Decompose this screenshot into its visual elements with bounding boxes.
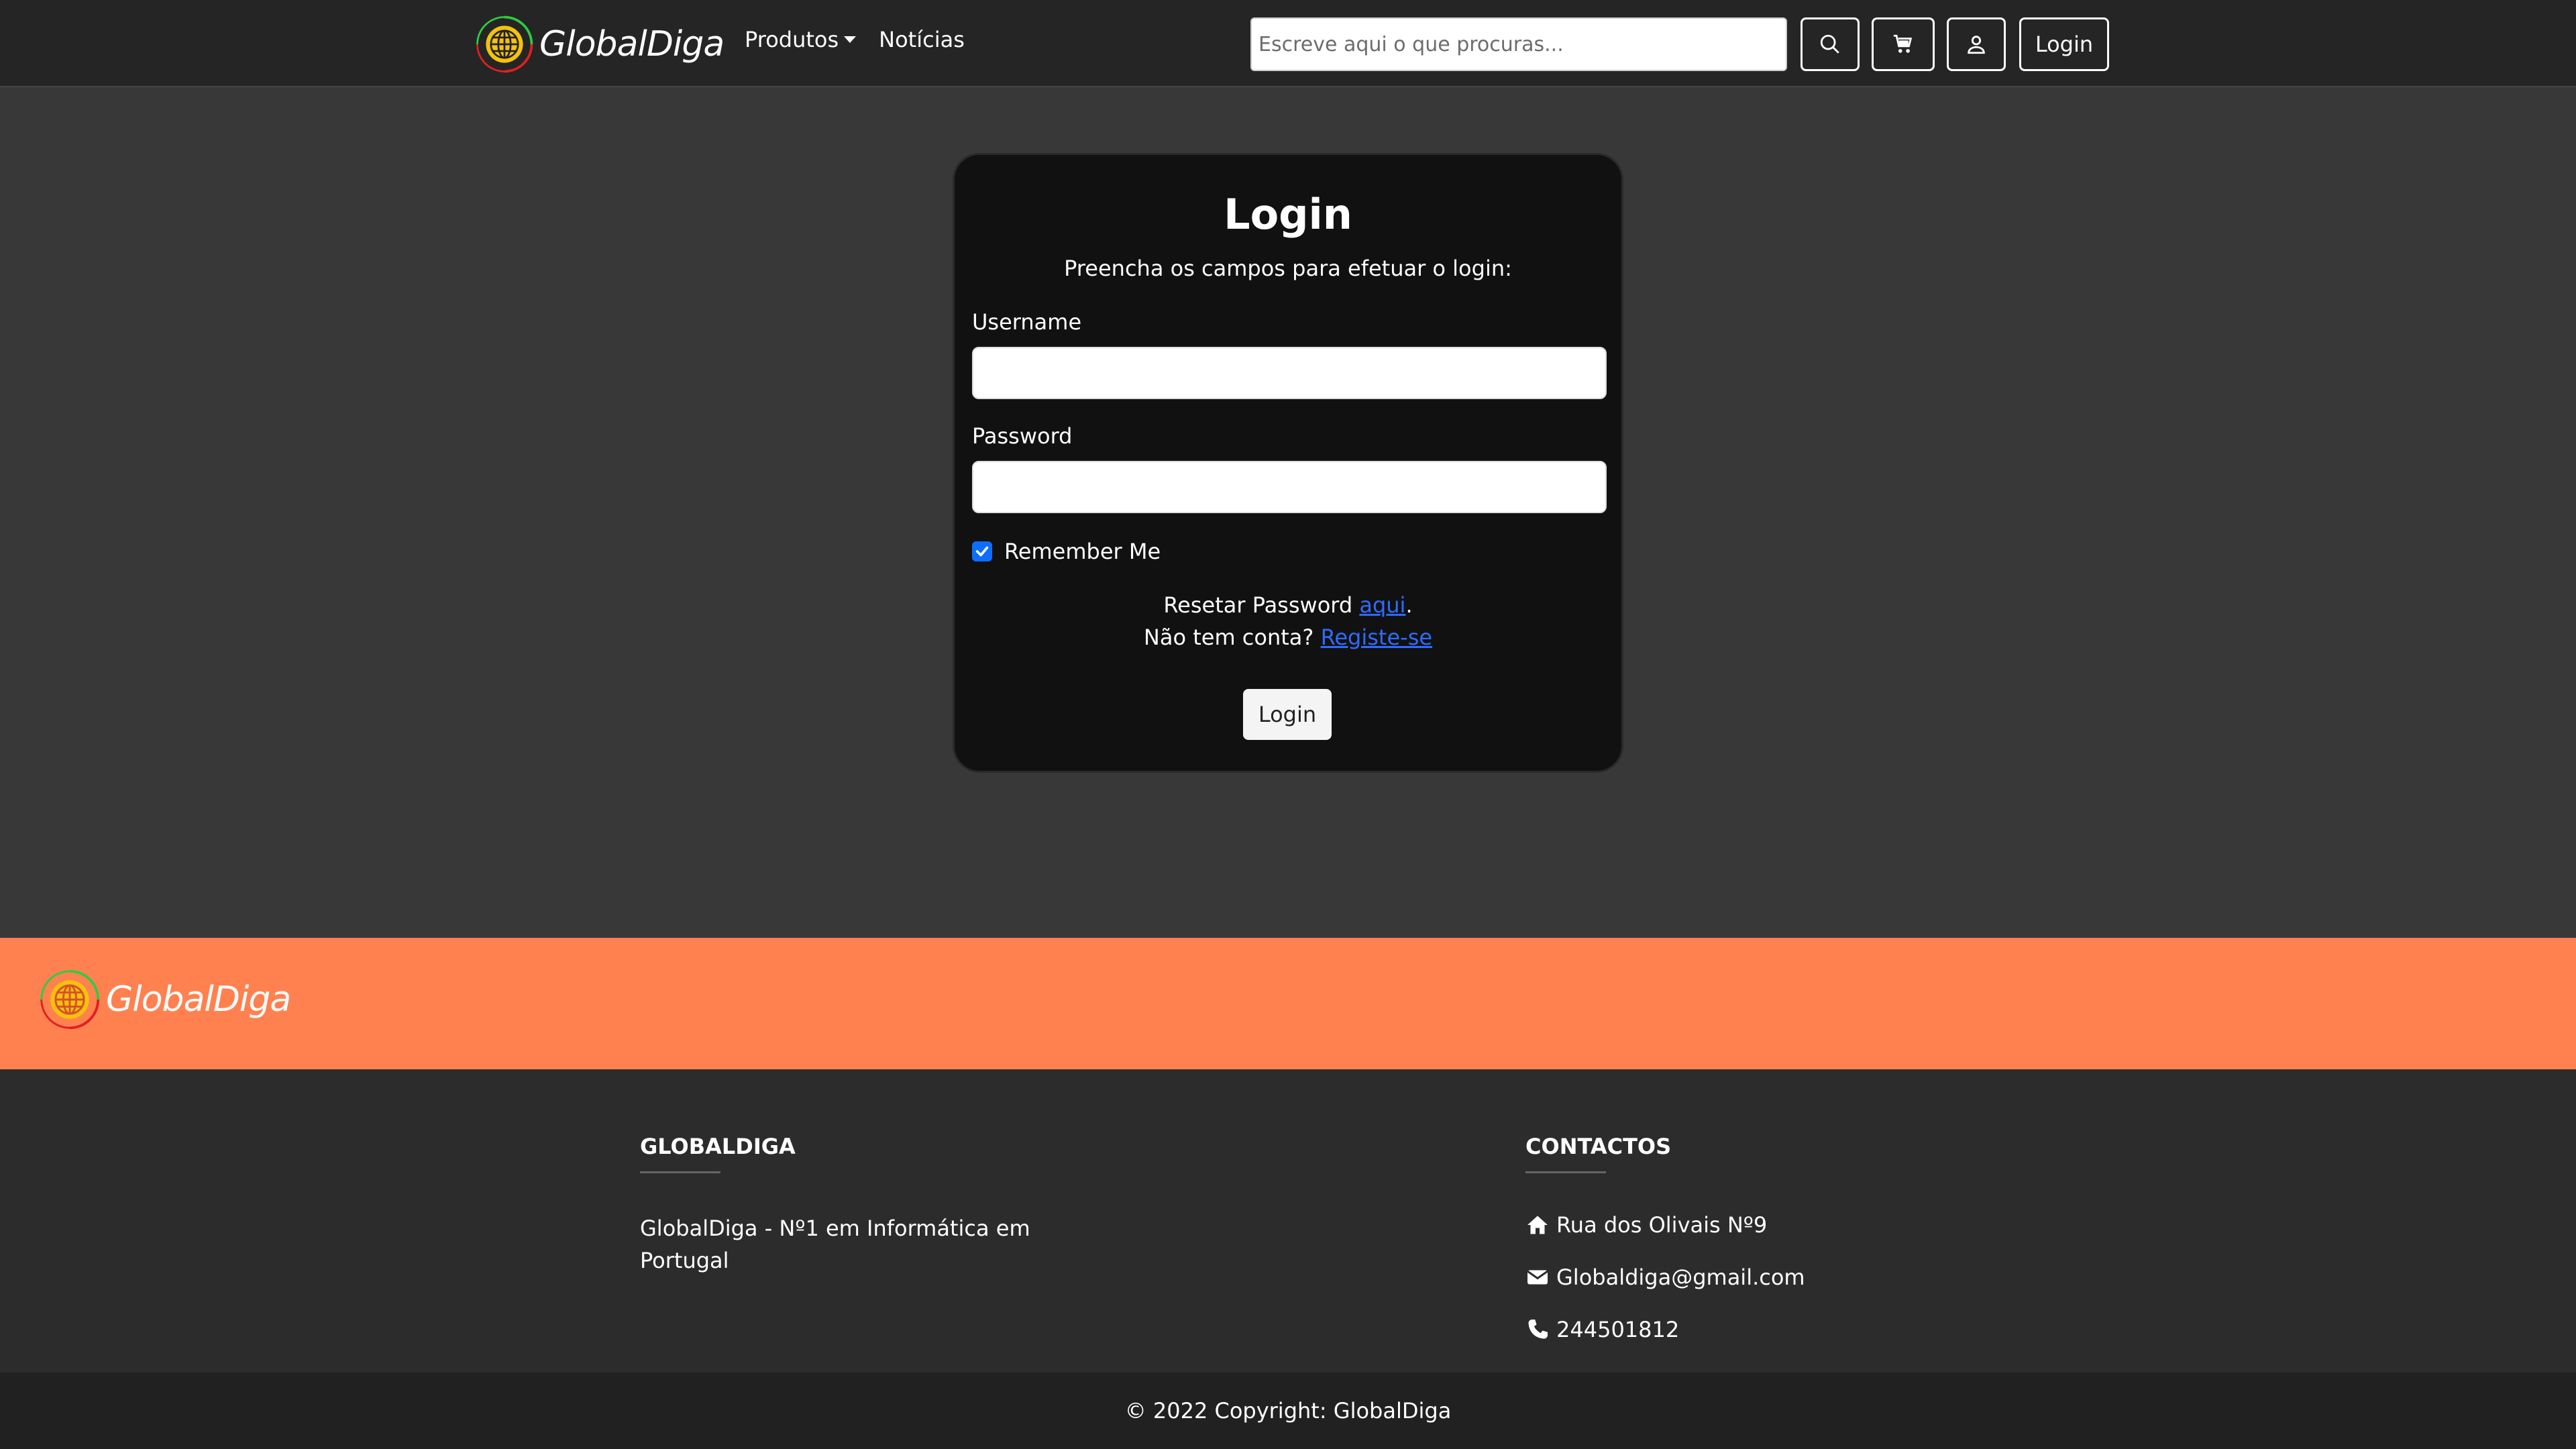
login-button[interactable]: Login (2019, 17, 2109, 71)
footer-about-heading: GLOBALDIGA (640, 1134, 796, 1159)
search-input[interactable] (1250, 17, 1787, 71)
contact-address: Rua dos Olivais Nº9 (1525, 1212, 1995, 1238)
globe-logo-icon (40, 969, 100, 1030)
nav-link-label: Notícias (879, 27, 965, 52)
band-brand-name: GlobalDiga (106, 979, 291, 1020)
caret-down-icon (844, 36, 857, 43)
cart-button[interactable] (1872, 17, 1935, 71)
footer-about-text: GlobalDiga - Nº1 em Informática em Portu… (640, 1216, 1030, 1273)
heading-underline (640, 1171, 720, 1173)
footer-about: GLOBALDIGA GlobalDiga - Nº1 em Informáti… (640, 1134, 1069, 1277)
login-subtitle: Preencha os campos para efetuar o login: (1064, 256, 1512, 281)
password-field[interactable] (972, 461, 1607, 513)
register-text: Não tem conta? (1143, 625, 1321, 650)
login-submit-button[interactable]: Login (1243, 689, 1332, 740)
nav-link-label: Produtos (745, 27, 839, 52)
email-text: Globaldiga@gmail.com (1556, 1265, 1805, 1290)
phone-text: 244501812 (1556, 1317, 1680, 1342)
address-text: Rua dos Olivais Nº9 (1556, 1212, 1768, 1238)
heading-underline (1525, 1171, 1606, 1173)
user-icon (1968, 36, 1985, 54)
nav-dropdown-produtos[interactable]: Produtos (745, 27, 857, 52)
cart-icon (1893, 34, 1913, 53)
footer-contacts: CONTACTOS Rua dos Olivais Nº9 Globaldiga… (1525, 1134, 1995, 1342)
check-icon (975, 546, 989, 557)
nav-links: Produtos Notícias (745, 27, 987, 52)
register-line: Não tem conta? Registe-se (955, 625, 1621, 650)
reset-text: Resetar Password (1163, 592, 1360, 618)
envelope-icon (1527, 1270, 1548, 1285)
contact-phone: 244501812 (1525, 1317, 1995, 1342)
user-button[interactable] (1947, 17, 2006, 71)
search-icon (1820, 34, 1839, 54)
band-brand: GlobalDiga (38, 967, 291, 1032)
password-label: Password (972, 423, 1073, 449)
brand-link[interactable]: GlobalDiga (474, 11, 724, 78)
nav-link-noticias[interactable]: Notícias (879, 27, 965, 52)
reset-password-link[interactable]: aqui (1359, 592, 1405, 618)
reset-suffix: . (1405, 592, 1413, 618)
home-icon (1527, 1216, 1548, 1234)
brand-name: GlobalDiga (539, 24, 724, 64)
copyright: © 2022 Copyright: GlobalDiga (0, 1373, 2576, 1449)
login-title: Login (1224, 190, 1352, 239)
footer: GLOBALDIGA GlobalDiga - Nº1 em Informáti… (0, 1069, 2576, 1373)
phone-icon (1528, 1320, 1548, 1339)
search-button[interactable] (1801, 17, 1860, 71)
username-label: Username (972, 309, 1082, 335)
username-field[interactable] (972, 347, 1607, 399)
navbar: GlobalDiga Produtos Notícias Login (0, 0, 2576, 87)
contact-email: Globaldiga@gmail.com (1525, 1265, 1995, 1290)
login-card: Login Preencha os campos para efetuar o … (953, 153, 1623, 773)
globe-logo-icon (476, 15, 533, 73)
remember-me[interactable]: Remember Me (972, 539, 1161, 564)
reset-password-line: Resetar Password aqui. (955, 592, 1621, 618)
remember-label: Remember Me (1004, 539, 1161, 564)
remember-checkbox[interactable] (972, 541, 992, 561)
brand-band: GlobalDiga (0, 938, 2576, 1069)
footer-contacts-heading: CONTACTOS (1525, 1134, 1672, 1159)
register-link[interactable]: Registe-se (1321, 625, 1433, 650)
